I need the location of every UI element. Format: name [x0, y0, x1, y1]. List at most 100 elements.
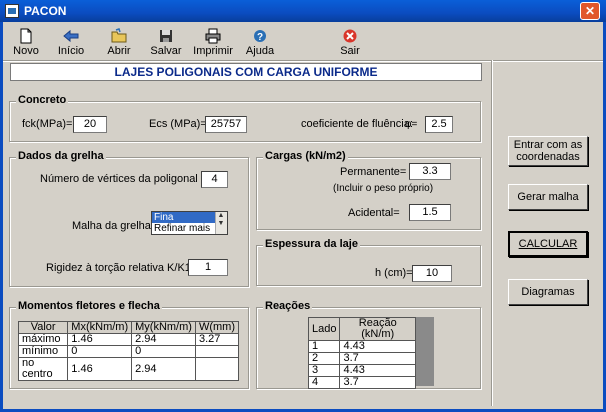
table-cell: 4 [307, 376, 341, 389]
toolbar-label: Abrir [107, 45, 131, 57]
permanente-input[interactable]: 3.3 [409, 163, 451, 180]
open-folder-icon [111, 28, 127, 43]
entrar-coordenadas-button[interactable]: Entrar com as coordenadas [508, 136, 588, 166]
table-cell: 4.43 [339, 364, 416, 377]
table-cell: 3.7 [339, 376, 416, 389]
table-cell: 1.46 [67, 333, 133, 346]
fluencia-label: coeficiente de fluência: [301, 118, 413, 130]
form-title: LAJES POLIGONAIS COM CARGA UNIFORME [10, 63, 482, 81]
phi-symbol: φ= [405, 119, 418, 130]
table-cell: 3.7 [339, 352, 416, 365]
table-cell [194, 357, 240, 381]
toolbar-salvar-button[interactable]: Salvar [146, 28, 186, 58]
cargas-group-title: Cargas (kN/m2) [263, 150, 348, 162]
vertices-input[interactable]: 4 [201, 171, 228, 188]
toolbar-novo-button[interactable]: Novo [6, 28, 46, 58]
calcular-button[interactable]: CALCULAR [508, 231, 588, 257]
table-cell: 4.43 [339, 340, 416, 353]
toolbar-label: Novo [13, 45, 39, 57]
toolbar-abrir-button[interactable]: Abrir [99, 28, 139, 58]
rigidez-label: Rigidez à torção relativa K/K1 = [46, 262, 201, 274]
concreto-group-title: Concreto [16, 94, 69, 106]
malha-label: Malha da grelha : [72, 220, 157, 232]
table-row: mínimo 0 0 [17, 345, 240, 358]
scroll-down-icon[interactable]: ▼ [216, 220, 226, 228]
help-icon: ? [254, 30, 266, 43]
button-label-line1: Entrar com as [513, 139, 583, 151]
table-header-cell: W(mm) [194, 321, 240, 334]
espessura-group-title: Espessura da laje [263, 238, 360, 250]
malha-listbox[interactable]: Fina Refinar mais ▲ ▼ [151, 211, 228, 235]
permanente-note: (Incluir o peso próprio) [333, 183, 434, 194]
ecs-label: Ecs (MPa)= [149, 118, 207, 130]
toolbar-inicio-button[interactable]: Início [51, 28, 91, 58]
rigidez-input[interactable]: 1 [188, 259, 228, 276]
malha-scrollbar[interactable]: ▲ ▼ [215, 212, 227, 234]
toolbar-label: Sair [340, 45, 360, 57]
button-label: CALCULAR [518, 238, 578, 250]
toolbar-sair-button[interactable]: Sair [330, 28, 370, 58]
toolbar-label: Início [57, 45, 85, 57]
momentos-group-title: Momentos fletores e flecha [16, 300, 162, 312]
toolbar-label: Ajuda [245, 45, 275, 57]
table-cell: 0 [67, 345, 133, 358]
acidental-input[interactable]: 1.5 [409, 204, 451, 221]
table-cell: no centro [17, 357, 69, 381]
panel-divider [491, 60, 493, 406]
exit-icon [343, 29, 357, 43]
table-cell: 3.27 [194, 333, 240, 346]
table-cell: mínimo [17, 345, 69, 358]
h-input[interactable]: 10 [412, 265, 452, 282]
close-button[interactable]: ✕ [580, 2, 600, 20]
momentos-table: Valor Mx(kNm/m) My(kNm/m) W(mm) máximo 1… [17, 321, 240, 381]
scroll-up-icon[interactable]: ▲ [216, 212, 226, 220]
table-cell [194, 345, 240, 358]
permanente-label: Permanente= [340, 166, 407, 178]
button-label: Gerar malha [517, 191, 579, 203]
table-header-cell: Mx(kNm/m) [67, 321, 133, 334]
title-bar[interactable]: PACON ✕ [0, 0, 606, 22]
table-row: 2 3.7 [307, 352, 416, 365]
floppy-disk-icon [160, 30, 172, 42]
window-title: PACON [24, 4, 67, 18]
button-label-line2: coordenadas [516, 151, 580, 163]
table-cell: máximo [17, 333, 69, 346]
vertices-label: Número de vértices da poligonal = [40, 173, 208, 185]
h-label: h (cm)= [375, 267, 413, 279]
toolbar-divider [3, 60, 603, 62]
table-cell: 2 [307, 352, 341, 365]
fck-input[interactable]: 20 [73, 116, 107, 133]
table-cell: 3 [307, 364, 341, 377]
gerar-malha-button[interactable]: Gerar malha [508, 184, 588, 210]
toolbar-imprimir-button[interactable]: Imprimir [193, 28, 233, 58]
table-cell: 2.94 [131, 357, 196, 381]
table-row: 4 3.7 [307, 376, 416, 389]
svg-text:?: ? [257, 32, 263, 43]
table-cell: 1.46 [67, 357, 133, 381]
table-cell: 1 [307, 340, 341, 353]
toolbar-label: Salvar [150, 45, 182, 57]
toolbar-ajuda-button[interactable]: ? Ajuda [240, 28, 280, 58]
table-header-cell: My(kNm/m) [131, 321, 196, 334]
button-label: Diagramas [521, 286, 575, 298]
new-file-icon [20, 28, 32, 44]
back-arrow-icon [63, 29, 79, 43]
toolbar-label: Imprimir [193, 45, 233, 57]
fluencia-input[interactable]: 2.5 [425, 116, 453, 133]
table-cell: 2.94 [131, 333, 196, 346]
table-header-cell: Lado [307, 317, 341, 341]
grelha-group-title: Dados da grelha [16, 150, 106, 162]
fck-label: fck(MPa)= [22, 118, 73, 130]
printer-icon [205, 28, 221, 44]
reacoes-group-title: Reações [263, 300, 313, 312]
reacoes-table: Lado Reação (kN/m) 1 4.43 2 3.7 3 4.43 4… [307, 317, 416, 389]
table-header-cell: Reação (kN/m) [339, 317, 416, 341]
table-row: 3 4.43 [307, 364, 416, 377]
table-row: máximo 1.46 2.94 3.27 [17, 333, 240, 346]
ecs-input[interactable]: 25757 [205, 116, 247, 133]
table-header-cell: Valor [17, 321, 69, 334]
diagramas-button[interactable]: Diagramas [508, 279, 588, 305]
table-row: 1 4.43 [307, 340, 416, 353]
table-header-row: Valor Mx(kNm/m) My(kNm/m) W(mm) [17, 321, 240, 334]
table-cell: 0 [131, 345, 196, 358]
